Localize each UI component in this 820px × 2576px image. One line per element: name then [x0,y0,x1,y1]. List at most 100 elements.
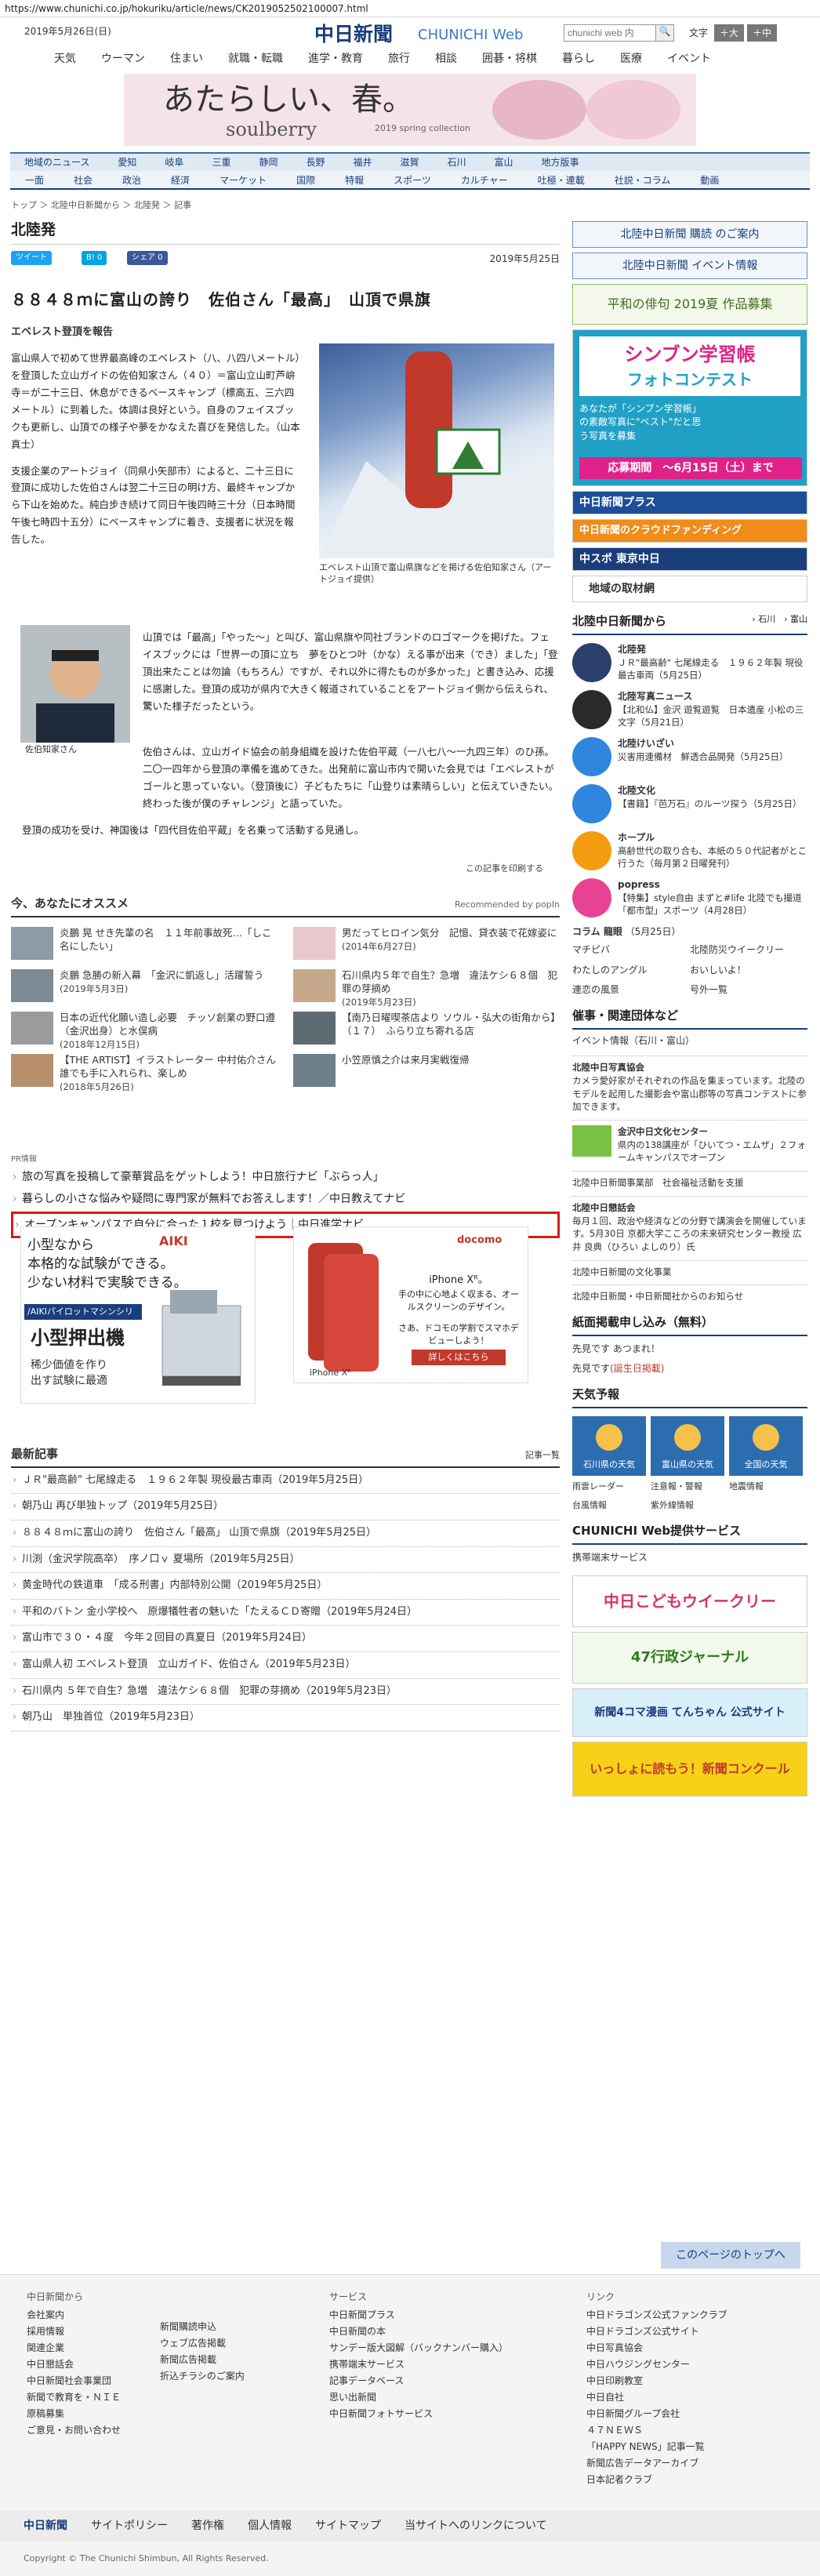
hokuriku-region-links[interactable]: › 石川 › 富山 [752,613,807,626]
site-logo-sub[interactable]: CHUNICHI Web [418,25,523,45]
portrait-photo[interactable] [20,625,130,743]
weather-ishikawa[interactable]: 石川県の天気 [572,1416,646,1477]
site-logo[interactable]: 中日新聞 [314,20,393,49]
nie-contest-banner[interactable]: いっしょに読もう！新聞コンクール [572,1742,807,1797]
hatena-button[interactable]: B! 0 [82,251,107,266]
search-button[interactable]: 🔍 [655,24,674,42]
footer-bar-link[interactable]: 個人情報 [248,2518,292,2534]
recommend-item[interactable]: 日本の近代化願い造し必要 チッソ創業の野口遵（金沢出身）と水俣病 (2018年12… [11,1011,278,1050]
category-nav-item[interactable]: 動画 [685,171,734,188]
hokuriku-grid-link[interactable]: おいしいよ！ [690,964,807,977]
latest-item[interactable]: 石川県内 ５年で自生？急増 違法ケシ６８個 犯罪の芽摘め（2019年5月23日） [11,1679,560,1706]
footer-link[interactable]: 中日懇話会 [27,2356,121,2373]
region-nav-item[interactable]: 滋賀 [386,154,434,171]
topnav-item[interactable]: ウーマン [89,49,158,69]
event-link[interactable]: 北陸中日新聞事業部 社会福祉活動を支援 [572,1171,807,1190]
footer-link[interactable]: 新聞広告掲載 [160,2352,245,2368]
hokuriku-grid-link[interactable]: マチピバ [572,943,690,957]
footer-link[interactable]: ご意見・お問い合わせ [27,2422,121,2439]
latest-item[interactable]: 黄金時代の鉄道車 「成る刑書」内部特別公開（2019年5月25日） [11,1573,560,1600]
region-nav-item[interactable]: 福井 [339,154,386,171]
topnav-item[interactable]: 就職・転職 [216,49,296,69]
local-network-link[interactable]: 地域の取材網 [572,576,807,602]
pr-link[interactable]: 旅の写真を投稿して豪華賞品をゲットしよう！中日旅行ナビ「ぶらっ人」 [11,1166,560,1188]
footer-bar-link[interactable]: 著作権 [191,2518,224,2534]
event-item[interactable]: 北陸中日懇話会 毎月１回、政治や経済などの分野で講演会を開催しています。5月30日… [572,1195,807,1254]
footer-bar-link[interactable]: 当サイトへのリンクについて [405,2518,547,2534]
footer-link[interactable]: 関連企業 [27,2340,121,2356]
footer-link[interactable]: 中日新聞の本 [329,2323,508,2340]
footer-bar-link[interactable]: サイトポリシー [91,2518,168,2534]
region-nav-item[interactable]: 富山 [481,154,528,171]
topnav-item[interactable]: イベント [655,49,724,69]
category-nav-item[interactable]: 社説・コラム [600,171,686,188]
category-nav-item[interactable]: カルチャー [446,171,523,188]
recommend-item[interactable]: 石川県内５年で自生？急増 違法ケシ６８個 犯罪の芽摘め (2019年5月23日) [293,968,560,1008]
footer-link[interactable]: 中日新聞グループ会社 [586,2406,727,2422]
summit-photo[interactable] [319,343,554,558]
recommend-item[interactable]: 炎鵬 急勝の新入幕 「金沢に凱返し」活躍誓う (2019年5月3日) [11,968,278,1004]
event-link[interactable]: 北陸中日新聞の文化事業 [572,1259,807,1279]
shinbun-contest-banner[interactable]: シンブン学習帳 フォトコンテスト あなたが「シンブン学習帳」の素敵写真に"ベスト… [572,329,807,486]
recommend-item[interactable]: 【THE ARTIST】イラストレーター 中村佑介さん 誰でも手に入れられ、楽し… [11,1053,285,1092]
region-nav-item[interactable]: 長野 [292,154,339,171]
topnav-item[interactable]: 天気 [42,49,89,69]
mobile-service-link[interactable]: 携帯端末サービス [572,1551,807,1564]
recommend-item[interactable]: 【南乃日曜喫茶店より ソウル・弘大の街角から】（１７） ふらり立ち寄れる店 [293,1011,560,1046]
footer-link[interactable]: 採用情報 [27,2323,121,2340]
weather-link[interactable]: 台風情報 [572,1499,651,1512]
article-list-link[interactable]: 記事一覧 [525,1449,560,1462]
footer-link[interactable]: 新聞で教育を・ＮＩＥ [27,2389,121,2406]
category-nav-item[interactable]: スポーツ [379,171,446,188]
footer-link[interactable]: 原稿募集 [27,2406,121,2422]
crowdfunding-banner[interactable]: 中日新聞のクラウドファンディング [572,519,807,543]
latest-item[interactable]: 朝乃山 単独首位（2019年5月23日） [11,1705,560,1731]
haiku-banner[interactable]: 平和の俳句 2019夏 作品募集 [572,284,807,325]
footer-link[interactable]: 記事データベース [329,2373,508,2389]
event-item[interactable]: 金沢中日文化センター 県内の138講座が「ひいてつ・エムザ」２フォームキャンパスで… [572,1120,807,1164]
footer-link[interactable]: 中日自社 [586,2389,727,2406]
print-article-link[interactable]: この記事を印刷する [466,863,543,875]
topnav-item[interactable]: 旅行 [376,49,423,69]
chunichi-plus-banner[interactable]: 中日新聞プラス [572,491,807,514]
hokuriku-item[interactable]: 北陸けいざい 災害用連備材 鮮透合品開発（5月25日） [572,736,807,776]
region-nav-item[interactable]: 地方版事 [528,154,593,171]
footer-logo[interactable]: 中日新聞 [24,2518,67,2534]
topnav-item[interactable]: 進学・教育 [296,49,376,69]
topnav-item[interactable]: 暮らし [550,49,608,69]
footer-link[interactable]: 思い出新聞 [329,2389,508,2406]
weather-toyama[interactable]: 富山県の天気 [651,1416,724,1477]
weather-link[interactable]: 雨雲レーダー [572,1481,651,1493]
category-nav-item[interactable]: 経済 [156,171,205,188]
tweet-button[interactable]: ツイート [11,251,52,266]
events-sub-link[interactable]: イベント情報（石川・富山） [572,1034,807,1048]
latest-item[interactable]: 富山県人初 エベレスト登頂 立山ガイド、佐伯さん（2019年5月23日） [11,1652,560,1679]
gyosei-journal-banner[interactable]: 47行政ジャーナル [572,1632,807,1684]
birthday-link[interactable]: (誕生日掲載) [610,1363,664,1374]
weather-link[interactable]: 紫外線情報 [651,1499,729,1512]
pr-link[interactable]: 暮らしの小さな悩みや疑問に専門家が無料でお答えします！／中日教えてナビ [11,1188,560,1210]
region-nav-item[interactable]: 愛知 [103,154,151,171]
footer-link[interactable]: 中日ハウジングセンター [586,2356,727,2373]
footer-link[interactable]: ウェブ広告掲載 [160,2335,245,2352]
docomo-cta-button[interactable]: 詳しくはこちら [412,1350,506,1365]
hokuriku-grid-link[interactable]: わたしのアングル [572,964,690,977]
footer-link[interactable]: 中日印刷教室 [586,2373,727,2389]
hokuriku-item[interactable]: popress 【特集】style自由 まずと#life 北陸でも撮道「都市型」ス… [572,877,807,917]
latest-item[interactable]: 朝乃山 再び単独トップ（2019年5月25日） [11,1494,560,1521]
topnav-item[interactable]: 医療 [608,49,655,69]
footer-link[interactable]: ４７ＮＥＷＳ [586,2422,727,2439]
recommend-item[interactable]: 炎鵬 晃 せき先輩の名 １１年前事故死…「しこ名にしたい」 [11,926,278,961]
event-item[interactable]: 北陸中日写真協会 カメラ愛好家がそれぞれの作品を集まっています。北陸のモデルを起用… [572,1055,807,1114]
category-nav-item[interactable]: 政治 [107,171,156,188]
hokuriku-item[interactable]: 北陸発 ＪＲ"最高齢" 七尾線走る １９６２年製 現役最古車両（5月25日） [572,642,807,682]
latest-item[interactable]: ＪＲ"最高齢" 七尾線走る １９６２年製 現役最古車両（2019年5月25日） [11,1468,560,1495]
footer-link[interactable]: 日本記者クラブ [586,2472,727,2488]
topnav-item[interactable]: 住まい [158,49,216,69]
footer-link[interactable]: サンデー版大図解（バックナンバー購入） [329,2340,508,2356]
footer-link[interactable]: 中日ドラゴンズ公式サイト [586,2323,727,2340]
category-nav-item[interactable]: 一面 [10,171,59,188]
docomo-ad[interactable]: docomo iPhone Xᴿ。 手の中に心地よく収まる、オールスクリーンのデ… [293,1226,528,1383]
region-nav-item[interactable]: 石川 [434,154,481,171]
category-nav-item[interactable]: 国際 [281,171,330,188]
